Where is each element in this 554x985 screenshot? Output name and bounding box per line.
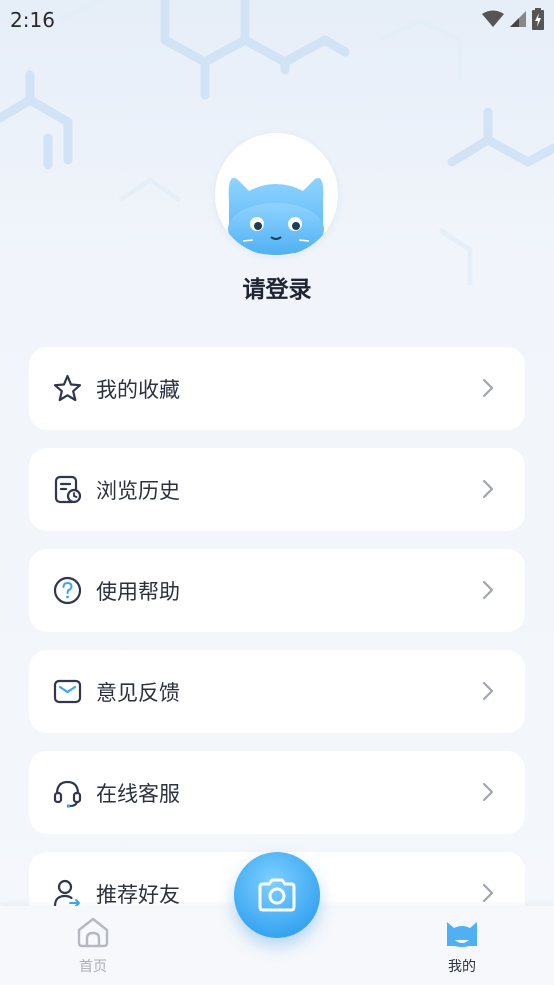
wifi-icon <box>482 10 504 27</box>
home-icon <box>77 917 109 948</box>
menu-label-history: 浏览历史 <box>96 479 180 503</box>
chevron-right-icon <box>482 580 494 600</box>
login-prompt[interactable]: 请登录 <box>0 270 554 304</box>
signal-icon <box>510 11 526 27</box>
chevron-right-icon <box>482 378 494 398</box>
chevron-right-icon <box>482 681 494 701</box>
chevron-right-icon <box>482 479 494 499</box>
headset-icon <box>53 780 82 808</box>
chevron-right-icon <box>482 883 494 903</box>
menu-label-recommend-friend: 推荐好友 <box>96 883 180 907</box>
tab-home[interactable]: 首页 <box>53 916 133 976</box>
cat-avatar-icon <box>228 177 324 255</box>
share-user-icon <box>53 879 80 908</box>
history-icon <box>54 475 82 504</box>
star-icon <box>53 374 82 402</box>
chevron-right-icon <box>482 782 494 802</box>
camera-icon <box>258 878 296 912</box>
avatar[interactable] <box>215 133 338 256</box>
battery-icon <box>532 8 544 30</box>
mine-screen: 2:16 请登录 我的收藏 浏览历史 使用帮助 意见反馈 在线客服 推荐好友 首… <box>0 0 554 985</box>
menu-label-help: 使用帮助 <box>96 580 180 604</box>
status-bar: 2:16 <box>0 0 554 40</box>
tab-home-label: 首页 <box>79 959 107 975</box>
menu-label-feedback: 意见反馈 <box>96 681 180 705</box>
menu-item-customer-service[interactable]: 在线客服 <box>29 751 525 834</box>
menu-label-favorites: 我的收藏 <box>96 378 180 402</box>
help-icon <box>53 576 82 605</box>
status-icons <box>482 8 544 30</box>
tab-mine[interactable]: 我的 <box>422 916 502 976</box>
menu-label-customer-service: 在线客服 <box>96 782 180 806</box>
status-time: 2:16 <box>10 8 55 32</box>
cat-tab-icon <box>447 922 477 947</box>
menu-item-favorites[interactable]: 我的收藏 <box>29 347 525 430</box>
mail-icon <box>53 679 82 704</box>
menu-item-help[interactable]: 使用帮助 <box>29 549 525 632</box>
menu-item-feedback[interactable]: 意见反馈 <box>29 650 525 733</box>
tab-mine-label: 我的 <box>448 959 476 975</box>
menu-item-history[interactable]: 浏览历史 <box>29 448 525 531</box>
camera-button[interactable] <box>234 852 320 938</box>
